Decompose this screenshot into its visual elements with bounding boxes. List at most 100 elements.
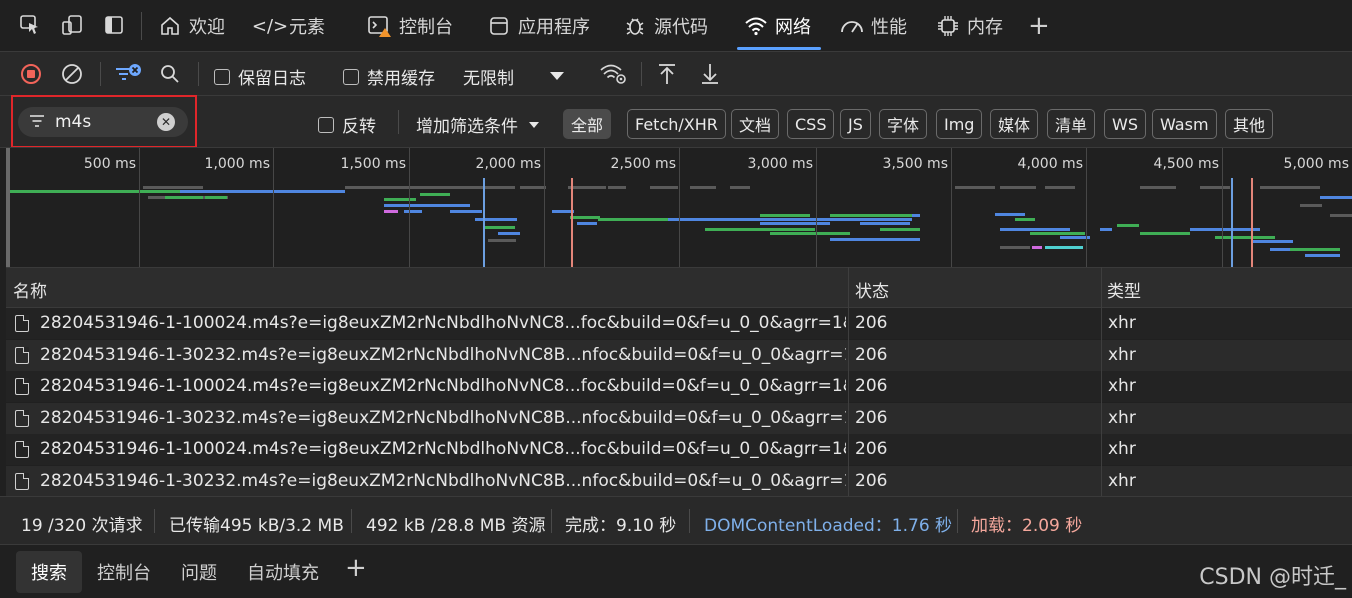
throttling-select[interactable]: 无限制 [463,64,566,89]
type-filter-4[interactable]: JS [840,109,871,139]
dock-side-icon[interactable] [100,11,128,39]
waterfall-bar [1140,232,1190,235]
disable-cache-checkbox[interactable]: 禁用缓存 [343,64,435,89]
waterfall-bar [1015,218,1035,221]
add-drawer-tab-button[interactable]: + [345,553,367,583]
table-row[interactable]: 28204531946-1-30232.m4s?e=ig8euxZM2rNcNb… [6,339,1352,371]
waterfall-bar [995,213,1025,216]
waterfall-bar [205,196,227,199]
waterfall-bar [598,218,668,221]
tab-label: 应用程序 [518,17,590,38]
tab-label: 源代码 [654,17,708,38]
home-icon [157,13,183,39]
type-filter-9[interactable]: WS [1104,109,1146,139]
drawer-tab-search[interactable]: 搜索 [31,559,67,585]
tab-performance[interactable]: 性能 [839,0,907,52]
column-name-header[interactable]: 名称 [13,277,47,302]
drawer-tab-issues[interactable]: 问题 [181,559,217,585]
type-filter-5[interactable]: 字体 [879,109,928,139]
waterfall-bar [1100,228,1112,231]
table-row[interactable]: 28204531946-1-100024.m4s?e=ig8euxZM2rNcN… [6,371,1352,402]
type-filter-1[interactable]: Fetch/XHR [627,109,726,139]
dom-content-loaded-time: DOMContentLoaded：1.76 秒 [704,516,953,536]
network-summary-bar: 19 /320 次请求 已传输495 kB/3.2 MB 492 kB /28.… [0,496,1352,544]
gridline [409,148,410,268]
filter-toggle-button[interactable] [113,59,143,89]
request-name: 28204531946-1-30232.m4s?e=ig8euxZM2rNcNb… [40,407,846,428]
divider [398,110,399,134]
clear-button[interactable] [57,59,87,89]
tab-label: 网络 [775,17,811,38]
type-filter-11[interactable]: 其他 [1225,109,1274,139]
tab-welcome[interactable]: 欢迎 [157,0,225,52]
search-icon[interactable] [155,59,185,89]
divider [100,62,101,86]
chip-icon [935,13,961,39]
add-tab-button[interactable]: + [1028,0,1050,52]
document-icon [15,346,29,364]
waterfall-bar [384,204,430,207]
waterfall-bar [812,218,912,221]
more-filters-label: 增加筛选条件 [416,117,518,137]
preserve-log-checkbox[interactable]: 保留日志 [214,64,306,89]
type-filter-8[interactable]: 清单 [1047,109,1096,139]
waterfall-bar [1330,214,1352,217]
table-row[interactable]: 28204531946-1-100024.m4s?e=ig8euxZM2rNcN… [6,434,1352,465]
inspect-element-icon[interactable] [16,11,44,39]
application-icon [486,13,512,39]
waterfall-bar [880,228,920,231]
waterfall-bar [420,193,450,196]
type-filter-0[interactable]: 全部 [563,109,612,139]
type-filter-3[interactable]: CSS [787,109,835,139]
tab-network[interactable]: 网络 [737,0,821,52]
waterfall-bar [404,210,422,213]
waterfall-bar [1000,228,1070,231]
waterfall-bar [668,218,818,221]
waterfall-bar [730,186,750,189]
network-overview[interactable]: 500 ms 1,000 ms 1,500 ms 2,000 ms 2,500 ms 3,… [0,147,1352,268]
tab-console[interactable]: 控制台 [367,0,453,52]
tab-elements[interactable]: </> 元素 [252,0,325,52]
tab-sources[interactable]: 源代码 [622,0,708,52]
column-status-header[interactable]: 状态 [855,277,889,302]
document-icon [15,441,29,458]
waterfall-bar [450,210,482,213]
table-row[interactable]: 28204531946-1-100024.m4s?e=ig8euxZM2rNcN… [6,308,1352,339]
request-type: xhr [1108,344,1136,365]
waterfall-bar [1300,204,1322,207]
filter-bar: m4s ✕ 反转 增加筛选条件 全部 Fetch/XHR 文档 CSS JS 字体 Img 媒… [0,95,1352,147]
device-emulation-icon[interactable] [58,11,86,39]
type-filter-7[interactable]: 媒体 [990,109,1039,139]
tab-memory[interactable]: 内存 [935,0,1003,52]
waterfall-bar [384,198,416,201]
type-filter-6[interactable]: Img [936,109,983,139]
waterfall-bar [760,222,830,225]
waterfall-bar [1190,228,1260,231]
gridline [679,148,680,268]
overview-left-handle[interactable] [6,148,10,268]
table-row[interactable]: 28204531946-1-30232.m4s?e=ig8euxZM2rNcNb… [6,465,1352,497]
drawer-tab-console[interactable]: 控制台 [97,559,151,585]
gridline [273,148,274,268]
bug-icon [622,13,648,39]
network-conditions-icon[interactable] [598,59,628,89]
waterfall-bar [430,204,470,207]
record-stop-button[interactable] [16,59,46,89]
load-time: 加载：2.09 秒 [971,516,1083,536]
drawer-tab-autofill[interactable]: 自动填充 [247,559,319,585]
waterfall-bar [568,186,606,189]
table-row[interactable]: 28204531946-1-30232.m4s?e=ig8euxZM2rNcNb… [6,402,1352,434]
tab-label: 欢迎 [189,17,225,38]
more-filters-dropdown[interactable]: 增加筛选条件 [416,112,540,137]
document-icon [15,472,29,490]
import-har-button[interactable] [652,59,682,89]
invert-checkbox[interactable]: 反转 [318,112,376,137]
divider [141,12,142,40]
type-filter-2[interactable]: 文档 [731,109,780,139]
waterfall-bar [830,214,920,217]
type-filter-10[interactable]: Wasm [1152,109,1217,139]
export-har-button[interactable] [695,59,725,89]
column-type-header[interactable]: 类型 [1107,277,1141,302]
tab-application[interactable]: 应用程序 [486,0,590,52]
waterfall-bar [1117,224,1139,227]
